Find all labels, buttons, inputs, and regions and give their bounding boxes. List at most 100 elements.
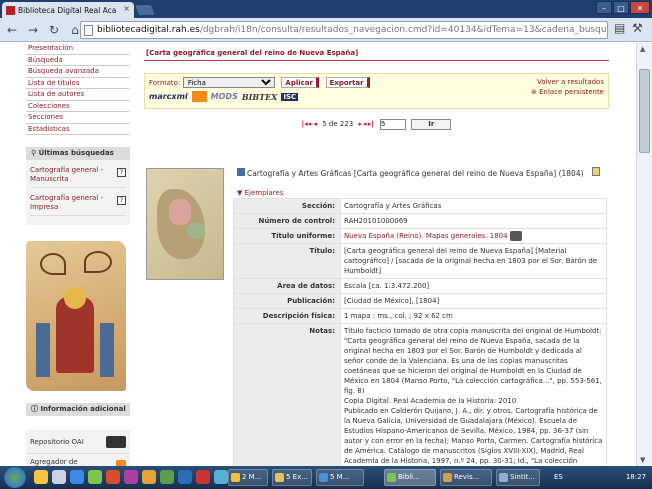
reload-button[interactable]: ↻ bbox=[45, 21, 63, 39]
browser-tabstrip: Biblioteca Digital Real Aca × – □ ✕ bbox=[0, 0, 652, 18]
minimize-button[interactable]: – bbox=[596, 1, 612, 14]
taskbar-window-button-active[interactable]: Bibli... bbox=[384, 469, 436, 486]
persistent-link[interactable]: ⊛ Enlace persistente bbox=[531, 87, 604, 97]
illumination-bird bbox=[40, 253, 66, 275]
app-icon[interactable] bbox=[214, 470, 228, 484]
close-window-button[interactable]: ✕ bbox=[630, 1, 650, 14]
nav-busqueda[interactable]: Búsqueda bbox=[26, 55, 130, 66]
nav-presentacion[interactable]: Presentación bbox=[26, 43, 130, 55]
copies-toggle[interactable]: ▼ Ejemplares bbox=[237, 189, 283, 197]
address-bar[interactable]: bibliotecadigital.rah.es/dgbrah/i18n/con… bbox=[80, 21, 608, 39]
sidebar-nav: Presentación Búsqueda Búsqueda avanzada … bbox=[26, 43, 130, 135]
isc-logo[interactable]: ISC bbox=[281, 92, 299, 101]
app-icon[interactable] bbox=[160, 470, 174, 484]
scrollbar-thumb[interactable] bbox=[639, 69, 650, 153]
nav-colecciones[interactable]: Colecciones bbox=[26, 101, 130, 112]
map-region bbox=[169, 199, 191, 225]
field-key: Área de datos: bbox=[233, 278, 341, 294]
forward-button[interactable]: → bbox=[24, 21, 42, 39]
marcxml-logo[interactable]: marcxml bbox=[149, 92, 188, 101]
scroll-up-icon[interactable]: ▲ bbox=[640, 45, 645, 53]
field-key: Número de control: bbox=[233, 213, 341, 229]
format-bar: Formato: Ficha Aplicar Exportar marcxml … bbox=[144, 73, 609, 109]
first-record-button[interactable]: |◂◂ bbox=[302, 120, 312, 128]
record-position: 5 de 223 bbox=[322, 120, 354, 128]
favicon-icon bbox=[6, 5, 15, 15]
map-thumbnail[interactable] bbox=[146, 168, 224, 280]
app-icon[interactable] bbox=[106, 470, 120, 484]
page-viewport: Presentación Búsqueda Búsqueda avanzada … bbox=[0, 43, 636, 466]
table-row: Número de control: RAH20101000069 bbox=[233, 213, 607, 229]
rss-square-icon[interactable] bbox=[191, 91, 207, 102]
format-select[interactable]: Ficha bbox=[182, 77, 275, 88]
illumination-halo bbox=[64, 287, 86, 309]
prev-record-button[interactable]: ◂ bbox=[314, 120, 318, 128]
uniform-title-link[interactable]: Nueva España (Reino). Mapas generales. 1… bbox=[344, 232, 508, 240]
field-key: Descripción física: bbox=[233, 308, 341, 324]
back-to-results-link[interactable]: Volver a resultados bbox=[531, 77, 604, 87]
vertical-scrollbar[interactable]: ▲ ▼ bbox=[636, 43, 652, 466]
recent-search-item[interactable]: Cartografía general - Impresa ? bbox=[30, 194, 126, 216]
apply-button[interactable]: Aplicar bbox=[281, 77, 319, 88]
back-button[interactable]: ← bbox=[3, 21, 21, 39]
oai-icon bbox=[106, 435, 126, 448]
help-icon[interactable]: ? bbox=[117, 196, 126, 205]
url-domain: bibliotecadigital.rah.es bbox=[97, 25, 200, 35]
record-number-input[interactable] bbox=[380, 119, 407, 130]
nav-lista-autores[interactable]: Lista de autores bbox=[26, 89, 130, 101]
sidebar: Presentación Búsqueda Búsqueda avanzada … bbox=[26, 43, 130, 466]
taskbar-window-button[interactable]: 5 M... bbox=[316, 469, 364, 486]
bibtex-logo[interactable]: BIBTEX bbox=[242, 92, 278, 102]
taskbar-window-button[interactable]: 5 Ex... bbox=[272, 469, 312, 486]
record-pager: |◂◂ ◂ 5 de 223 ▸ ▸▸| Ir bbox=[144, 119, 609, 131]
recent-searches-header: ⚲ Últimas búsquedas bbox=[26, 147, 130, 160]
maximize-button[interactable]: □ bbox=[613, 1, 629, 14]
document-icon[interactable] bbox=[591, 167, 600, 176]
help-icon[interactable]: ? bbox=[117, 168, 126, 177]
nav-estadisticas[interactable]: Estadísticas bbox=[26, 124, 130, 135]
page-menu-icon[interactable]: ▤ bbox=[614, 21, 625, 35]
start-button[interactable] bbox=[4, 467, 26, 488]
illumination-border bbox=[100, 323, 114, 377]
field-value: RAH20101000069 bbox=[340, 213, 607, 229]
go-button[interactable]: Ir bbox=[411, 119, 452, 130]
wrench-icon[interactable]: ⚒ bbox=[632, 21, 643, 35]
nav-busqueda-avanzada[interactable]: Búsqueda avanzada bbox=[26, 66, 130, 78]
window-controls: – □ ✕ bbox=[595, 1, 650, 14]
taskbar-window-button[interactable]: Revis... bbox=[440, 469, 492, 486]
recent-search-item[interactable]: Cartografía general - Manuscrita ? bbox=[30, 166, 126, 188]
scroll-down-icon[interactable]: ▼ bbox=[640, 456, 645, 464]
next-record-button[interactable]: ▸ bbox=[359, 120, 363, 128]
link-icon: ⊛ bbox=[531, 88, 540, 96]
browser-tab[interactable]: Biblioteca Digital Real Aca × bbox=[2, 2, 134, 18]
folder-icon[interactable] bbox=[34, 470, 48, 484]
camera-icon[interactable] bbox=[509, 231, 522, 241]
pin-icon: ⚲ bbox=[31, 149, 39, 157]
field-value: [Ciudad de México], [1804] bbox=[340, 293, 607, 309]
format-label: Formato: bbox=[149, 79, 181, 87]
export-button[interactable]: Exportar bbox=[325, 77, 370, 88]
rss-aggregator-link[interactable]: Agregador de contenidos RSS bbox=[26, 454, 130, 466]
app-icon[interactable] bbox=[178, 470, 192, 484]
ie-icon[interactable] bbox=[70, 470, 84, 484]
clock[interactable]: 18:27 bbox=[626, 466, 646, 489]
taskbar-window-button[interactable]: 2 M... bbox=[228, 469, 268, 486]
media-icon[interactable] bbox=[52, 470, 66, 484]
app-icon[interactable] bbox=[124, 470, 138, 484]
mods-logo[interactable]: MODS bbox=[211, 92, 238, 101]
last-record-button[interactable]: ▸▸| bbox=[364, 120, 374, 128]
language-indicator[interactable]: ES bbox=[554, 466, 563, 489]
app-icon[interactable] bbox=[196, 470, 210, 484]
tab-close-icon[interactable]: × bbox=[123, 4, 130, 13]
oai-repository-link[interactable]: Repositorio OAI bbox=[26, 430, 130, 454]
app-icon[interactable] bbox=[142, 470, 156, 484]
nav-secciones[interactable]: Secciones bbox=[26, 112, 130, 124]
table-row: Descripción física: 1 mapa : ms., col. ; … bbox=[233, 308, 607, 324]
nav-lista-titulos[interactable]: Lista de títulos bbox=[26, 78, 130, 89]
new-tab-button[interactable] bbox=[135, 5, 155, 15]
url-path: /dgbrah/i18n/consulta/resultados_navegac… bbox=[199, 25, 608, 35]
chrome-icon[interactable] bbox=[88, 470, 102, 484]
field-value-uniform-title: Nueva España (Reino). Mapas generales. 1… bbox=[340, 228, 607, 244]
taskbar-window-button[interactable]: Sintit... bbox=[496, 469, 540, 486]
field-key: Publicación: bbox=[233, 293, 341, 309]
